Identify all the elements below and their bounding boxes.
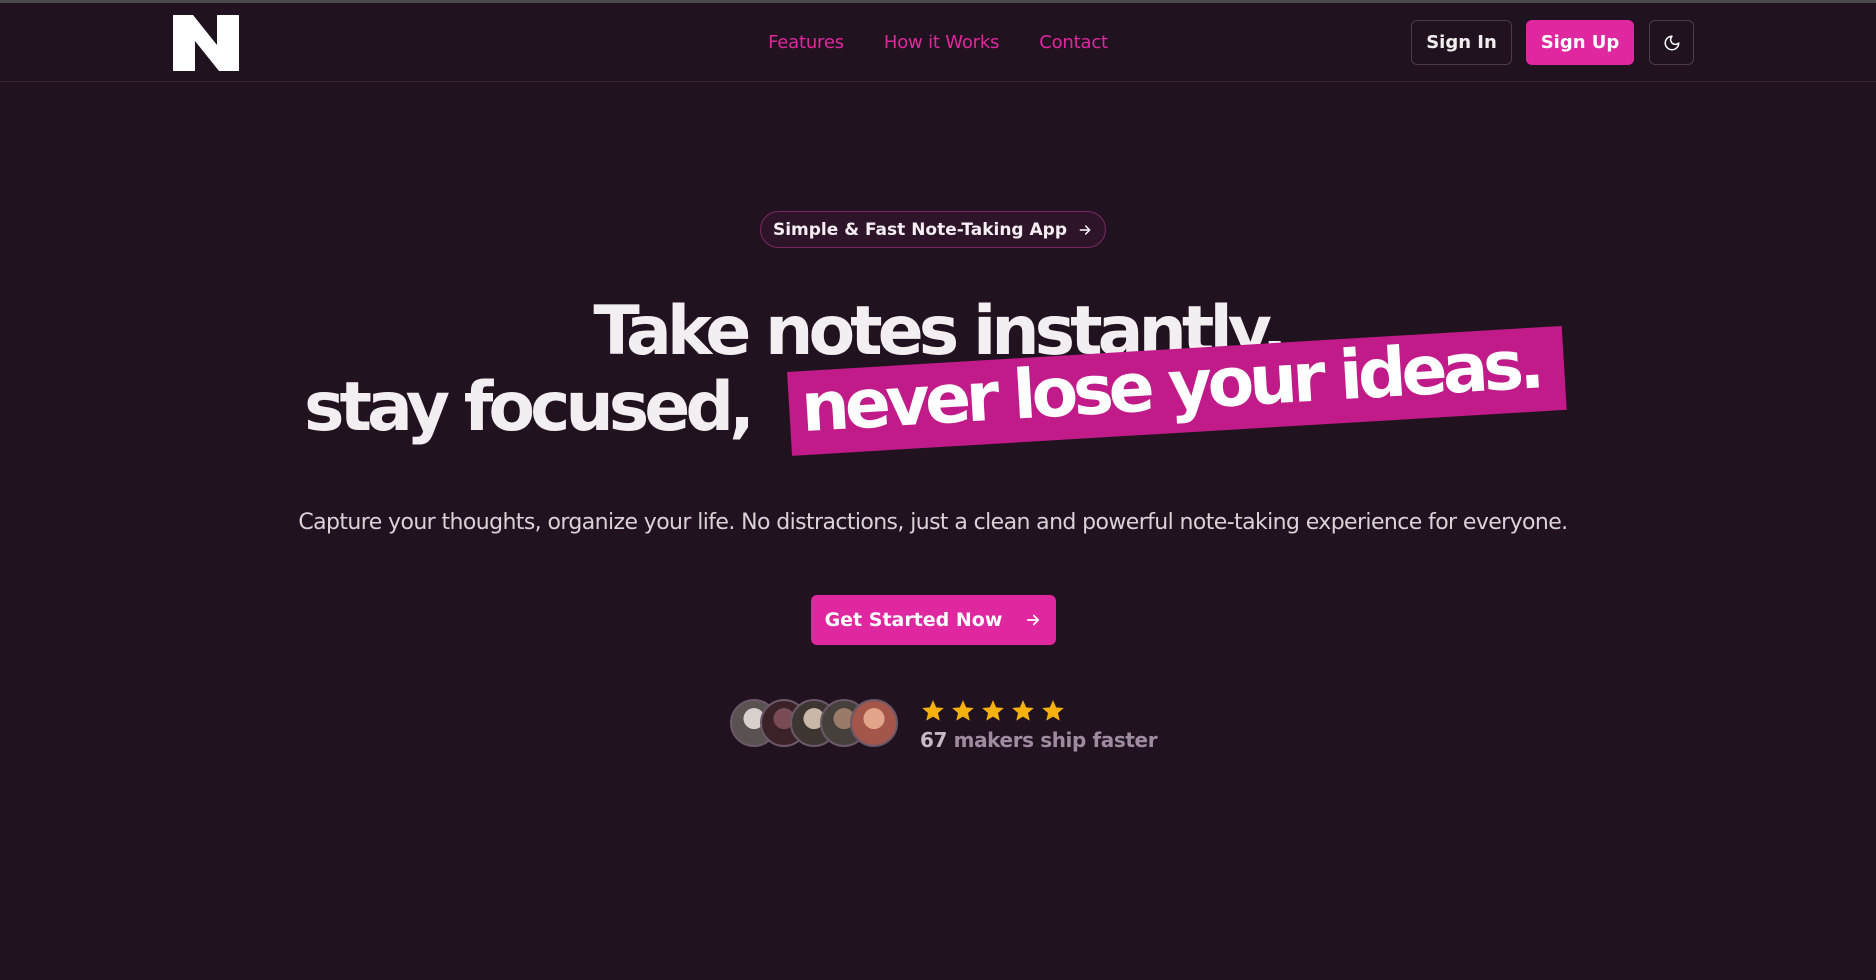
pill-text: Simple & Fast Note-Taking App: [772, 219, 1068, 240]
hero-title-line-2: stay focused,: [304, 368, 755, 447]
nav-link-features[interactable]: Features: [768, 32, 844, 53]
social-proof-text: 67 makers ship faster: [920, 728, 1158, 752]
maker-count: 67: [920, 728, 948, 752]
sign-up-button[interactable]: Sign Up: [1526, 20, 1634, 65]
get-started-button[interactable]: Get Started Now: [811, 595, 1056, 645]
n-logo-icon[interactable]: [173, 15, 239, 71]
star-icon: [1042, 700, 1064, 721]
arrow-right-icon: [1079, 224, 1091, 235]
get-started-label: Get Started Now: [824, 609, 1003, 631]
avatar-group: [730, 699, 900, 751]
theme-toggle-button[interactable]: [1649, 20, 1694, 65]
avatar: [850, 699, 898, 747]
social-proof-label: makers ship faster: [953, 728, 1158, 752]
sign-in-button[interactable]: Sign In: [1411, 20, 1512, 65]
arrow-right-icon: [1027, 614, 1040, 626]
nav-link-how-it-works[interactable]: How it Works: [884, 32, 1000, 53]
moon-icon: [1664, 35, 1679, 50]
announcement-pill[interactable]: Simple & Fast Note-Taking App: [760, 211, 1106, 248]
nav-link-contact[interactable]: Contact: [1039, 32, 1108, 53]
star-icon: [1012, 700, 1034, 721]
site-header: Features How it Works Contact Sign In Si…: [0, 3, 1876, 82]
rating-stars: [920, 698, 1066, 724]
star-icon: [982, 700, 1004, 721]
hero-subtitle: Capture your thoughts, organize your lif…: [298, 510, 1568, 535]
star-icon: [922, 700, 944, 721]
star-icon: [952, 700, 974, 721]
